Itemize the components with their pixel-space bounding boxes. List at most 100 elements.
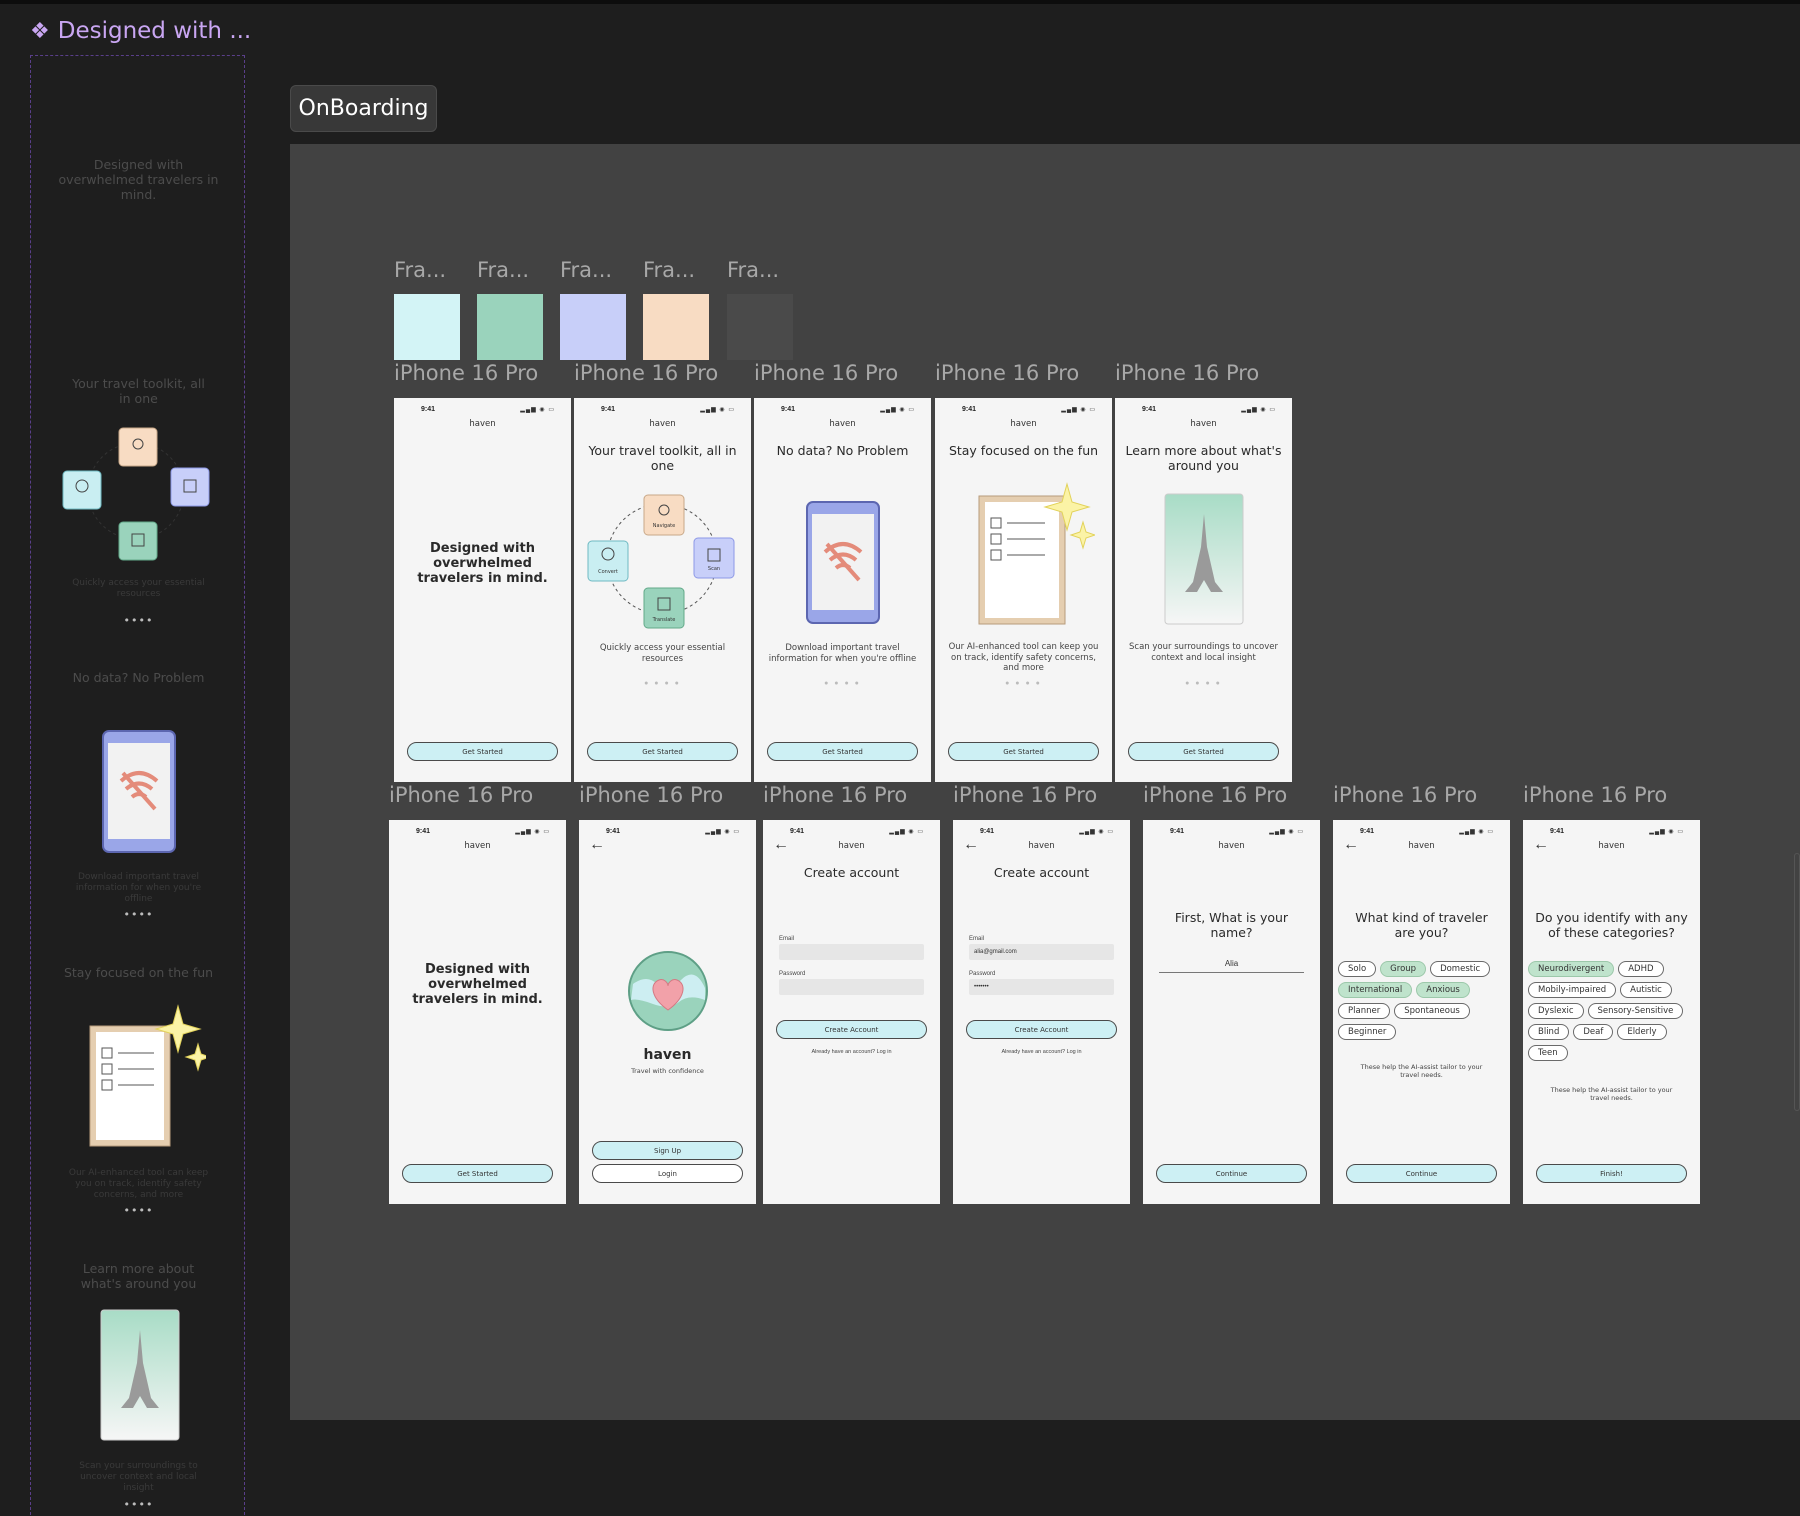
frame-label[interactable]: iPhone 16 Pro bbox=[754, 361, 898, 385]
traveler-chip-group: Solo Group Domestic International Anxious Pla… bbox=[1338, 961, 1508, 1040]
login-link[interactable]: Already have an account? Log in bbox=[763, 1049, 940, 1055]
swatch-label-3: Fra... bbox=[560, 258, 613, 282]
frame-label[interactable]: iPhone 16 Pro bbox=[1115, 361, 1259, 385]
get-started-button[interactable]: Get Started bbox=[407, 742, 558, 761]
color-swatch-5[interactable] bbox=[727, 294, 793, 360]
component-set-frame[interactable]: Designed with overwhelmed travelers in m… bbox=[30, 55, 245, 1516]
frame-label[interactable]: iPhone 16 Pro bbox=[953, 783, 1097, 807]
password-field[interactable] bbox=[779, 979, 924, 995]
back-arrow-icon[interactable]: ← bbox=[589, 836, 605, 854]
chip-option[interactable]: Group bbox=[1380, 961, 1427, 977]
screen-heading: Create account bbox=[993, 865, 1090, 880]
get-started-button[interactable]: Get Started bbox=[402, 1164, 553, 1183]
swatch-label-4: Fra... bbox=[643, 258, 696, 282]
component-set-title[interactable]: ❖ Designed with ... bbox=[30, 17, 251, 45]
chip-option[interactable]: Deaf bbox=[1573, 1024, 1614, 1040]
app-brand: haven bbox=[1218, 841, 1245, 851]
login-link[interactable]: Already have an account? Log in bbox=[953, 1049, 1130, 1055]
color-swatch-3[interactable] bbox=[560, 294, 626, 360]
phone-create-account-filled[interactable]: 9:41 ▂▄▆ ◉ ▭ ← haven Create account Emai… bbox=[953, 820, 1130, 1204]
screen-heading: Stay focused on the fun bbox=[948, 443, 1099, 458]
status-icons: ▂▄▆ ◉ ▭ bbox=[880, 407, 915, 413]
chip-option[interactable]: Dyslexic bbox=[1528, 1003, 1584, 1019]
phone-create-account-empty[interactable]: 9:41 ▂▄▆ ◉ ▭ ← haven Create account Emai… bbox=[763, 820, 940, 1204]
phone-welcome-2[interactable]: 9:41 ▂▄▆ ◉ ▭ haven Designed with overwhe… bbox=[389, 820, 566, 1204]
chip-option[interactable]: Autistic bbox=[1620, 982, 1672, 998]
status-time: 9:41 bbox=[421, 406, 436, 413]
phone-toolkit[interactable]: 9:41 ▂▄▆ ◉ ▭ haven Your travel toolkit, … bbox=[574, 398, 751, 782]
frame-label[interactable]: iPhone 16 Pro bbox=[579, 783, 723, 807]
chip-option[interactable]: Planner bbox=[1338, 1003, 1391, 1019]
chip-option[interactable]: Sensory-Sensitive bbox=[1587, 1003, 1684, 1019]
chip-option[interactable]: International bbox=[1338, 982, 1413, 998]
phone-scan[interactable]: 9:41 ▂▄▆ ◉ ▭ haven Learn more about what… bbox=[1115, 398, 1292, 782]
variant-4-dots: •••• bbox=[123, 1204, 154, 1217]
chip-option[interactable]: Elderly bbox=[1617, 1024, 1667, 1040]
create-account-button[interactable]: Create Account bbox=[776, 1020, 927, 1039]
chip-option[interactable]: Solo bbox=[1338, 961, 1377, 977]
frame-label[interactable]: iPhone 16 Pro bbox=[763, 783, 907, 807]
frame-label[interactable]: iPhone 16 Pro bbox=[1523, 783, 1667, 807]
color-swatch-2[interactable] bbox=[477, 294, 543, 360]
get-started-button[interactable]: Get Started bbox=[767, 742, 918, 761]
get-started-button[interactable]: Get Started bbox=[948, 742, 1099, 761]
phone-splash[interactable]: 9:41 ▂▄▆ ◉ ▭ ← haven Travel with confide… bbox=[579, 820, 756, 1204]
color-swatch-4[interactable] bbox=[643, 294, 709, 360]
screen-body: Scan your surroundings to uncover contex… bbox=[1129, 642, 1278, 663]
phone-offline[interactable]: 9:41 ▂▄▆ ◉ ▭ haven No data? No Problem D… bbox=[754, 398, 931, 782]
status-time: 9:41 bbox=[416, 828, 431, 835]
chip-option[interactable]: Anxious bbox=[1416, 982, 1470, 998]
status-icons: ▂▄▆ ◉ ▭ bbox=[515, 829, 550, 835]
phone-name-entry[interactable]: 9:41 ▂▄▆ ◉ ▭ haven First, What is your n… bbox=[1143, 820, 1320, 1204]
app-brand: haven bbox=[1190, 419, 1217, 429]
frame-label[interactable]: iPhone 16 Pro bbox=[389, 783, 533, 807]
chip-option[interactable]: Mobily-impaired bbox=[1528, 982, 1617, 998]
status-icons: ▂▄▆ ◉ ▭ bbox=[1061, 407, 1096, 413]
variant-4-heading: Stay focused on the fun bbox=[63, 965, 214, 980]
email-field[interactable] bbox=[779, 944, 924, 960]
create-account-button[interactable]: Create Account bbox=[966, 1020, 1117, 1039]
app-brand: haven bbox=[469, 419, 496, 429]
chip-option[interactable]: Blind bbox=[1528, 1024, 1570, 1040]
eiffel-tower-illustration bbox=[100, 1309, 180, 1441]
variant-3-body: Download important travel information fo… bbox=[75, 872, 202, 904]
status-time: 9:41 bbox=[606, 828, 621, 835]
chip-option[interactable]: Beginner bbox=[1338, 1024, 1397, 1040]
frame-label[interactable]: iPhone 16 Pro bbox=[574, 361, 718, 385]
status-time: 9:41 bbox=[790, 828, 805, 835]
phone-welcome-1[interactable]: 9:41 ▂▄▆ ◉ ▭ haven Designed with overwhe… bbox=[394, 398, 571, 782]
finish-button[interactable]: Finish! bbox=[1536, 1164, 1687, 1183]
frame-label[interactable]: iPhone 16 Pro bbox=[935, 361, 1079, 385]
variant-1-heading: Designed with overwhelmed travelers in m… bbox=[58, 157, 219, 202]
continue-button[interactable]: Continue bbox=[1346, 1164, 1497, 1183]
section-label-onboarding[interactable]: OnBoarding bbox=[290, 85, 437, 132]
frame-label[interactable]: iPhone 16 Pro bbox=[1143, 783, 1287, 807]
canvas-scrollbar[interactable] bbox=[1794, 853, 1800, 1111]
status-icons: ▂▄▆ ◉ ▭ bbox=[1269, 829, 1304, 835]
toolkit-illustration: Navigate Convert Scan Translate bbox=[587, 494, 735, 629]
get-started-button[interactable]: Get Started bbox=[1128, 742, 1279, 761]
color-swatch-1[interactable] bbox=[394, 294, 460, 360]
sign-up-button[interactable]: Sign Up bbox=[592, 1141, 743, 1160]
screen-body: Our AI-enhanced tool can keep you on tra… bbox=[948, 642, 1099, 673]
frame-label[interactable]: iPhone 16 Pro bbox=[394, 361, 538, 385]
continue-button[interactable]: Continue bbox=[1156, 1164, 1307, 1183]
status-time: 9:41 bbox=[601, 406, 616, 413]
get-started-button[interactable]: Get Started bbox=[587, 742, 738, 761]
name-input[interactable]: Alia bbox=[1159, 959, 1304, 973]
chip-option[interactable]: Spontaneous bbox=[1394, 1003, 1470, 1019]
convert-label: Convert bbox=[598, 569, 618, 575]
password-field[interactable]: ••••••• bbox=[969, 979, 1114, 995]
phone-traveler-type[interactable]: 9:41 ▂▄▆ ◉ ▭ ← haven What kind of travel… bbox=[1333, 820, 1510, 1204]
phone-categories[interactable]: 9:41 ▂▄▆ ◉ ▭ ← haven Do you identify wit… bbox=[1523, 820, 1700, 1204]
phone-focus[interactable]: 9:41 ▂▄▆ ◉ ▭ haven Stay focused on the f… bbox=[935, 398, 1112, 782]
login-button[interactable]: Login bbox=[592, 1164, 743, 1183]
password-label: Password bbox=[779, 971, 806, 977]
chip-option[interactable]: Neurodivergent bbox=[1528, 961, 1615, 977]
chip-option[interactable]: ADHD bbox=[1618, 961, 1664, 977]
email-field[interactable]: alia@gmail.com bbox=[969, 944, 1114, 960]
frame-label[interactable]: iPhone 16 Pro bbox=[1333, 783, 1477, 807]
chip-option[interactable]: Teen bbox=[1528, 1045, 1568, 1061]
status-icons: ▂▄▆ ◉ ▭ bbox=[1079, 829, 1114, 835]
chip-option[interactable]: Domestic bbox=[1430, 961, 1491, 977]
